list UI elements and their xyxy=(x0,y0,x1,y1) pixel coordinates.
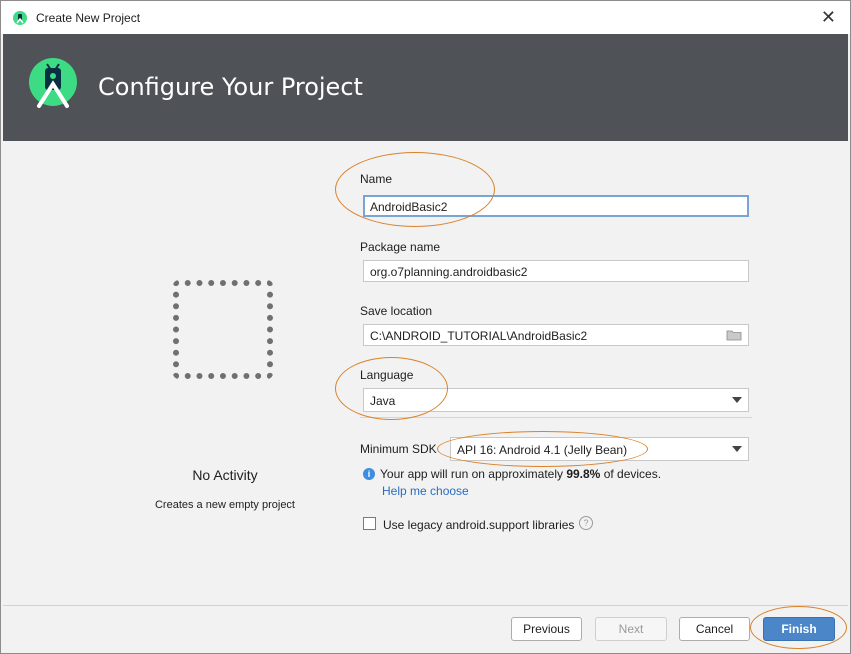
language-value: Java xyxy=(370,394,396,408)
chevron-down-icon xyxy=(732,397,742,403)
finish-button[interactable]: Finish xyxy=(763,617,835,641)
name-field[interactable]: AndroidBasic2 xyxy=(363,195,749,217)
activity-preview-placeholder xyxy=(173,280,273,379)
close-icon[interactable]: ✕ xyxy=(821,8,836,26)
activity-description: Creates a new empty project xyxy=(154,499,295,511)
info-icon: i xyxy=(363,468,375,480)
next-button[interactable]: Next xyxy=(595,617,667,641)
package-name-field[interactable]: org.o7planning.androidbasic2 xyxy=(363,260,749,282)
save-location-field[interactable]: C:\ANDROID_TUTORIAL\AndroidBasic2 xyxy=(363,324,749,346)
minimum-sdk-select[interactable]: API 16: Android 4.1 (Jelly Bean) xyxy=(450,437,749,461)
legacy-libraries-checkbox[interactable] xyxy=(363,517,376,530)
folder-icon[interactable] xyxy=(726,329,742,341)
chevron-down-icon xyxy=(732,446,742,452)
legacy-libraries-label: Use legacy android.support libraries xyxy=(383,518,575,532)
minimum-sdk-value: API 16: Android 4.1 (Jelly Bean) xyxy=(457,443,628,457)
question-icon[interactable]: ? xyxy=(579,516,593,530)
save-location-label: Save location xyxy=(360,304,433,318)
coverage-percent: 99.8% xyxy=(566,467,601,481)
package-name-value: org.o7planning.androidbasic2 xyxy=(370,265,528,279)
package-label: Package name xyxy=(360,240,441,254)
title-bar: Create New Project ✕ xyxy=(1,1,850,34)
page-title: Configure Your Project xyxy=(98,73,363,101)
divider xyxy=(360,417,752,418)
cancel-button[interactable]: Cancel xyxy=(679,617,750,641)
name-field-value: AndroidBasic2 xyxy=(370,200,448,214)
previous-button[interactable]: Previous xyxy=(511,617,582,641)
name-label: Name xyxy=(360,172,393,186)
dialog-window: Create New Project ✕ Configure Your Proj… xyxy=(0,0,851,654)
header-banner: Configure Your Project xyxy=(3,34,848,141)
window-title: Create New Project xyxy=(36,11,141,25)
android-studio-logo xyxy=(29,58,77,108)
save-location-value: C:\ANDROID_TUTORIAL\AndroidBasic2 xyxy=(370,329,588,343)
device-coverage-info: Your app will run on approximately 99.8%… xyxy=(380,467,662,481)
android-studio-icon xyxy=(13,11,27,25)
help-me-choose-link[interactable]: Help me choose xyxy=(382,484,469,498)
minimum-sdk-label: Minimum SDK xyxy=(360,442,437,456)
language-label: Language xyxy=(360,368,414,382)
language-select[interactable]: Java xyxy=(363,388,749,412)
